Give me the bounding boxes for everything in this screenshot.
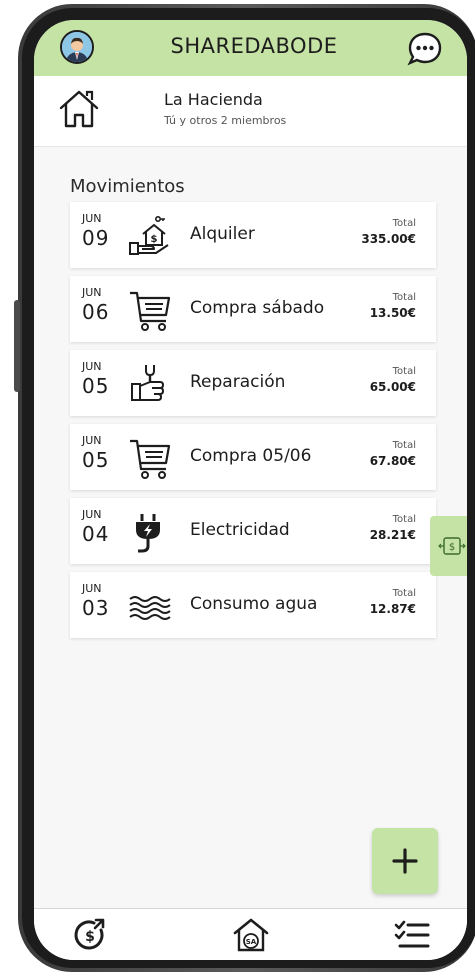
movement-row[interactable]: JUN 03 Consumo agua Total 12.87€ [70,572,436,638]
movement-name: Consumo agua [190,594,318,614]
movement-day: 05 [82,448,110,472]
water-waves-icon [128,584,172,628]
movement-total-label: Total [392,366,416,377]
app-title: SHAREDABODE [170,34,338,58]
nav-home-button[interactable]: SA [231,915,271,955]
movement-month: JUN [82,434,102,447]
section-title: Movimientos [70,176,185,197]
user-avatar-icon[interactable] [60,30,94,64]
movement-name: Alquiler [190,224,255,244]
plus-icon [392,848,418,874]
movement-name: Reparación [190,372,286,392]
group-header[interactable]: La Hacienda Tú y otros 2 miembros [34,76,467,147]
movement-row[interactable]: JUN 04 Electricidad Total 28.21€ [70,498,436,564]
movement-total: 65.00€ [369,380,416,394]
nav-payments-button[interactable]: $ [70,915,110,955]
movement-row[interactable]: JUN 06 Compra sábado Total 13.50€ [70,276,436,342]
movement-name: Compra 05/06 [190,446,312,466]
movement-day: 06 [82,300,110,324]
add-movement-button[interactable] [372,828,438,894]
nav-tasks-button[interactable] [392,915,432,955]
repair-wrench-hand-icon [128,362,172,406]
money-transfer-icon: $ [438,537,466,555]
app-screen: SHAREDABODE La Hacienda Tú y otros 2 mie… [34,20,467,960]
movements-list: JUN 09 $ Alquiler Total 335.00€ JUN 06 C… [70,202,436,646]
rent-hand-house-icon: $ [128,214,172,258]
house-sa-icon: SA [233,918,269,952]
group-members: Tú y otros 2 miembros [164,114,287,127]
svg-text:$: $ [449,542,455,553]
movement-month: JUN [82,212,102,225]
phone-side-button [14,300,20,392]
movement-total-label: Total [392,514,416,525]
movement-total: 335.00€ [361,232,416,246]
movement-total-label: Total [392,218,416,229]
movement-total: 13.50€ [369,306,416,320]
movement-row[interactable]: JUN 05 Reparación Total 65.00€ [70,350,436,416]
side-transfer-tab[interactable]: $ [430,516,467,576]
chat-bubble-icon [407,32,442,66]
movement-total: 12.87€ [369,602,416,616]
shopping-cart-icon [128,288,172,332]
bottom-navigation: $ SA [34,908,467,960]
group-name: La Hacienda [164,90,263,109]
movement-name: Compra sábado [190,298,325,318]
svg-text:$: $ [151,234,158,245]
movement-month: JUN [82,582,102,595]
movement-total-label: Total [392,588,416,599]
checklist-icon [394,920,430,948]
svg-text:$: $ [85,929,95,945]
movement-name: Electricidad [190,520,290,540]
shopping-cart-icon [128,436,172,480]
movement-row[interactable]: JUN 05 Compra 05/06 Total 67.80€ [70,424,436,490]
movement-month: JUN [82,286,102,299]
movement-day: 04 [82,522,110,546]
chat-button[interactable] [406,30,444,68]
movement-day: 03 [82,596,110,620]
movement-month: JUN [82,508,102,521]
movement-total: 67.80€ [369,454,416,468]
home-sa-badge: SA [246,938,257,946]
movement-month: JUN [82,360,102,373]
house-icon [56,86,102,132]
movement-total-label: Total [392,292,416,303]
movement-total-label: Total [392,440,416,451]
electric-plug-icon [128,510,172,554]
dollar-circle-arrow-icon: $ [74,918,105,950]
movement-day: 05 [82,374,110,398]
movement-day: 09 [82,226,110,250]
top-app-bar: SHAREDABODE [34,20,467,76]
movement-row[interactable]: JUN 09 $ Alquiler Total 335.00€ [70,202,436,268]
movement-total: 28.21€ [369,528,416,542]
